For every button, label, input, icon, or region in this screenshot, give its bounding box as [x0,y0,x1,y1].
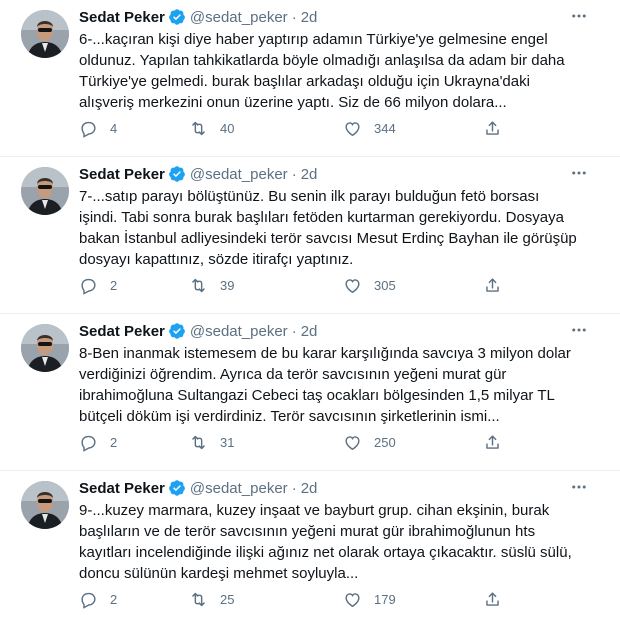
like-button[interactable]: 179 [343,590,396,609]
tweet-actions: 4 40 344 [79,119,499,141]
avatar[interactable] [21,10,69,58]
heart-icon [345,436,360,451]
tweet[interactable]: Sedat Peker @sedat_peker · 2d 8-Ben inan… [0,314,620,471]
retweet-button[interactable]: 39 [189,276,234,295]
share-button[interactable] [483,276,502,295]
more-options-icon[interactable] [568,320,590,340]
tweet[interactable]: Sedat Peker @sedat_peker · 2d 9-...kuzey… [0,471,620,628]
reply-icon [81,435,96,452]
avatar[interactable] [21,324,69,372]
heart-icon [345,122,360,137]
separator-dot: · [291,322,297,340]
like-count: 344 [374,121,396,136]
timeline: Sedat Peker @sedat_peker · 2d 6-...kaçır… [0,0,620,628]
reply-icon [81,121,96,138]
verified-badge-icon [169,323,185,339]
like-count: 179 [374,592,396,607]
tweet-header: Sedat Peker @sedat_peker · 2d [79,477,317,499]
tweet-text: 8-Ben inanmak istemesem de bu karar karş… [79,345,571,425]
retweet-count: 39 [220,278,235,293]
tweet-header: Sedat Peker @sedat_peker · 2d [79,320,317,342]
reply-button[interactable]: 4 [79,119,117,138]
tweet-actions: 2 39 305 [79,276,499,298]
reply-button[interactable]: 2 [79,590,117,609]
share-icon [486,121,499,135]
separator-dot: · [291,479,297,497]
share-icon [486,592,499,606]
tweet-text: 6-...kaçıran kişi diye haber yaptırıp ad… [79,31,565,111]
display-name[interactable]: Sedat Peker [79,480,165,497]
timestamp[interactable]: 2d [301,480,318,497]
share-icon [486,278,499,292]
reply-count: 2 [110,278,118,293]
retweet-count: 31 [220,435,235,450]
tweet-text: 7-...satıp parayı bölüştünüz. Bu senin i… [79,188,577,268]
user-handle[interactable]: @sedat_peker [190,323,288,340]
verified-badge-icon [169,166,185,182]
more-options-icon[interactable] [568,163,590,183]
retweet-count: 25 [220,592,235,607]
heart-icon [345,279,360,294]
share-button[interactable] [483,119,502,138]
retweet-icon [192,278,205,293]
user-handle[interactable]: @sedat_peker [190,480,288,497]
timestamp[interactable]: 2d [301,323,318,340]
verified-badge-icon [169,480,185,496]
like-count: 305 [374,278,396,293]
display-name[interactable]: Sedat Peker [79,166,165,183]
tweet[interactable]: Sedat Peker @sedat_peker · 2d 7-...satıp… [0,157,620,314]
retweet-icon [192,435,205,450]
retweet-button[interactable]: 31 [189,433,234,452]
like-button[interactable]: 344 [343,119,396,138]
reply-icon [81,278,96,295]
like-button[interactable]: 250 [343,433,396,452]
like-button[interactable]: 305 [343,276,396,295]
retweet-button[interactable]: 40 [189,119,234,138]
timestamp[interactable]: 2d [301,166,318,183]
share-button[interactable] [483,590,502,609]
retweet-icon [192,592,205,607]
retweet-icon [192,121,205,136]
avatar[interactable] [21,481,69,529]
timestamp[interactable]: 2d [301,9,318,26]
verified-badge-icon [169,9,185,25]
avatar[interactable] [21,167,69,215]
separator-dot: · [291,165,297,183]
reply-count: 2 [110,592,118,607]
retweet-button[interactable]: 25 [189,590,234,609]
tweet[interactable]: Sedat Peker @sedat_peker · 2d 6-...kaçır… [0,0,620,157]
display-name[interactable]: Sedat Peker [79,323,165,340]
share-button[interactable] [483,433,502,452]
tweet-header: Sedat Peker @sedat_peker · 2d [79,163,317,185]
more-options-icon[interactable] [568,6,590,26]
tweet-text: 9-...kuzey marmara, kuzey inşaat ve bayb… [79,502,572,582]
reply-button[interactable]: 2 [79,276,117,295]
separator-dot: · [291,8,297,26]
heart-icon [345,593,360,608]
retweet-count: 40 [220,121,235,136]
more-options-icon[interactable] [568,477,590,497]
reply-count: 4 [110,121,118,136]
user-handle[interactable]: @sedat_peker [190,9,288,26]
reply-icon [81,592,96,609]
share-icon [486,435,499,449]
tweet-actions: 2 25 179 [79,590,499,612]
reply-button[interactable]: 2 [79,433,117,452]
tweet-actions: 2 31 250 [79,433,499,455]
display-name[interactable]: Sedat Peker [79,9,165,26]
tweet-header: Sedat Peker @sedat_peker · 2d [79,6,317,28]
user-handle[interactable]: @sedat_peker [190,166,288,183]
like-count: 250 [374,435,396,450]
reply-count: 2 [110,435,118,450]
